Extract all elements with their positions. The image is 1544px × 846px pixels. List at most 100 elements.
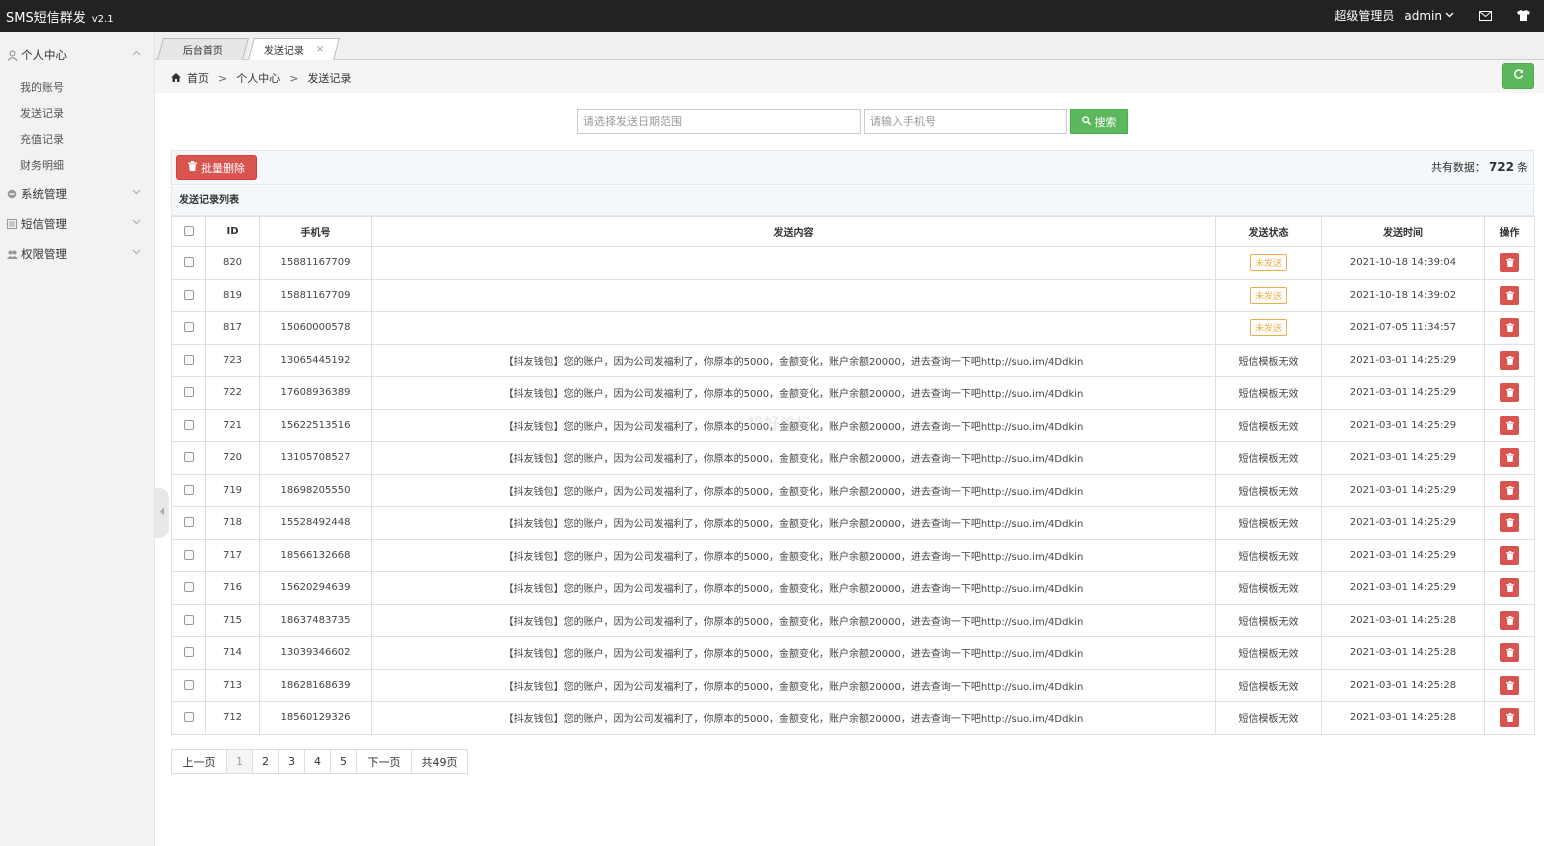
row-checkbox[interactable] xyxy=(183,679,194,690)
delete-row-button[interactable] xyxy=(1500,448,1519,468)
tab-label: 后台首页 xyxy=(182,46,223,57)
table-row: 712 18560129326 【抖友钱包】您的账户，因为公司发福利了，你原本的50… xyxy=(171,701,1535,735)
delete-row-button[interactable] xyxy=(1500,578,1519,598)
phone-cell: 18628168639 xyxy=(259,668,372,702)
row-select-cell xyxy=(171,603,206,637)
delete-row-button[interactable] xyxy=(1500,610,1519,630)
sidebar-collapse-toggle[interactable] xyxy=(155,488,169,538)
delete-row-button[interactable] xyxy=(1500,253,1519,273)
sidebar-group-label: 短信管理 xyxy=(21,217,67,231)
row-checkbox[interactable] xyxy=(183,582,194,593)
trash-icon xyxy=(1505,323,1514,333)
sidebar-item-my-account[interactable]: 我的账号 xyxy=(20,79,64,95)
sidebar-group-personal[interactable]: 个人中心 xyxy=(0,41,155,69)
phone-cell: 15622513516 xyxy=(259,408,372,442)
row-checkbox[interactable] xyxy=(183,419,194,430)
delete-row-button[interactable] xyxy=(1500,318,1519,338)
page-button-4[interactable]: 4 xyxy=(304,749,331,774)
delete-row-button[interactable] xyxy=(1500,383,1519,403)
content-cell: 【抖友钱包】您的账户，因为公司发福利了，你原本的5000，金额变化，账户余额20… xyxy=(371,636,1216,670)
delete-row-button[interactable] xyxy=(1500,643,1519,663)
row-checkbox[interactable] xyxy=(183,549,194,560)
chevron-left-icon xyxy=(159,507,165,519)
sidebar-group-label: 个人中心 xyxy=(21,48,67,62)
column-header-id[interactable]: ID xyxy=(205,216,260,247)
app-version: v2.1 xyxy=(91,14,114,25)
sidebar-item-finance-details[interactable]: 财务明细 xyxy=(20,157,64,173)
shirt-icon[interactable] xyxy=(1516,9,1530,23)
content-cell xyxy=(371,311,1216,345)
delete-row-button[interactable] xyxy=(1500,675,1519,695)
date-range-input[interactable]: 请选择发送日期范围 xyxy=(577,109,861,134)
column-header-status[interactable]: 发送状态 xyxy=(1215,216,1322,247)
delete-row-button[interactable] xyxy=(1500,545,1519,565)
page-button-2[interactable]: 2 xyxy=(252,749,279,774)
row-checkbox[interactable] xyxy=(183,712,194,723)
row-checkbox[interactable] xyxy=(183,517,194,528)
search-button[interactable]: 搜索 xyxy=(1070,109,1128,134)
prev-page-button[interactable]: 上一页 xyxy=(171,749,227,774)
column-header-time[interactable]: 发送时间 xyxy=(1321,216,1485,247)
column-header-phone[interactable]: 手机号 xyxy=(259,216,372,247)
id-cell: 721 xyxy=(205,408,260,442)
settings-icon xyxy=(6,188,18,200)
app-brand[interactable]: SMS短信群发 v2.1 xyxy=(6,7,114,26)
row-select-cell xyxy=(171,701,206,735)
mail-icon[interactable] xyxy=(1478,9,1492,23)
row-checkbox[interactable] xyxy=(183,257,194,268)
table-row: 817 15060000578 未发送 2021-07-05 11:34:57 xyxy=(171,311,1535,345)
row-select-cell xyxy=(171,343,206,377)
phone-search-input[interactable]: 请输入手机号 xyxy=(864,109,1067,134)
tab-send-records[interactable]: 发送记录 × xyxy=(248,38,340,60)
actions-cell xyxy=(1484,636,1535,670)
delete-row-button[interactable] xyxy=(1500,708,1519,728)
refresh-icon xyxy=(1513,68,1524,84)
refresh-button[interactable] xyxy=(1502,63,1534,89)
delete-row-button[interactable] xyxy=(1500,285,1519,305)
sidebar-group-sms[interactable]: 短信管理 xyxy=(0,210,155,238)
sidebar-item-recharge-records[interactable]: 充值记录 xyxy=(20,131,64,147)
status-text: 短信模板无效 xyxy=(1238,681,1299,693)
status-text: 短信模板无效 xyxy=(1238,356,1299,368)
next-page-button[interactable]: 下一页 xyxy=(356,749,412,774)
search-button-label: 搜索 xyxy=(1094,115,1117,129)
chevron-down-icon xyxy=(132,218,141,228)
sidebar-group-system[interactable]: 系统管理 xyxy=(0,180,155,208)
row-select-cell xyxy=(171,506,206,540)
column-header-content[interactable]: 发送内容 xyxy=(371,216,1216,247)
delete-row-button[interactable] xyxy=(1500,513,1519,533)
breadcrumb-home[interactable]: 首页 xyxy=(187,70,209,86)
sidebar-item-send-records[interactable]: 发送记录 xyxy=(20,105,64,121)
trash-icon xyxy=(1505,648,1514,658)
breadcrumb-send-records: 发送记录 xyxy=(307,72,352,85)
sidebar-group-permissions[interactable]: 权限管理 xyxy=(0,240,155,268)
page-button-5[interactable]: 5 xyxy=(330,749,357,774)
row-checkbox[interactable] xyxy=(183,354,194,365)
batch-delete-button[interactable]: 批量删除 xyxy=(176,155,257,180)
status-text: 短信模板无效 xyxy=(1238,486,1299,498)
breadcrumb-personal-center[interactable]: 个人中心 xyxy=(236,70,280,86)
page-button-3[interactable]: 3 xyxy=(278,749,305,774)
delete-row-button[interactable] xyxy=(1500,480,1519,500)
table-row: 715 18637483735 【抖友钱包】您的账户，因为公司发福利了，你原本的50… xyxy=(171,603,1535,637)
table-header-row: ID 手机号 发送内容 发送状态 发送时间 操作 xyxy=(171,216,1535,247)
row-checkbox[interactable] xyxy=(183,452,194,463)
row-checkbox[interactable] xyxy=(183,289,194,300)
row-checkbox[interactable] xyxy=(183,387,194,398)
user-menu[interactable]: admin xyxy=(1404,9,1454,23)
select-all-checkbox[interactable] xyxy=(183,226,194,236)
delete-row-button[interactable] xyxy=(1500,350,1519,370)
tab-label: 发送记录 xyxy=(263,46,304,57)
page-button-1[interactable]: 1 xyxy=(226,749,253,774)
row-checkbox[interactable] xyxy=(183,484,194,495)
row-checkbox[interactable] xyxy=(183,614,194,625)
actions-cell xyxy=(1484,473,1535,507)
actions-cell xyxy=(1484,376,1535,410)
row-select-cell xyxy=(171,571,206,605)
close-icon[interactable]: × xyxy=(316,44,324,55)
time-cell: 2021-03-01 14:25:28 xyxy=(1321,701,1485,735)
row-checkbox[interactable] xyxy=(183,647,194,658)
row-checkbox[interactable] xyxy=(183,322,194,333)
delete-row-button[interactable] xyxy=(1500,415,1519,435)
tab-home[interactable]: 后台首页 xyxy=(157,38,249,60)
